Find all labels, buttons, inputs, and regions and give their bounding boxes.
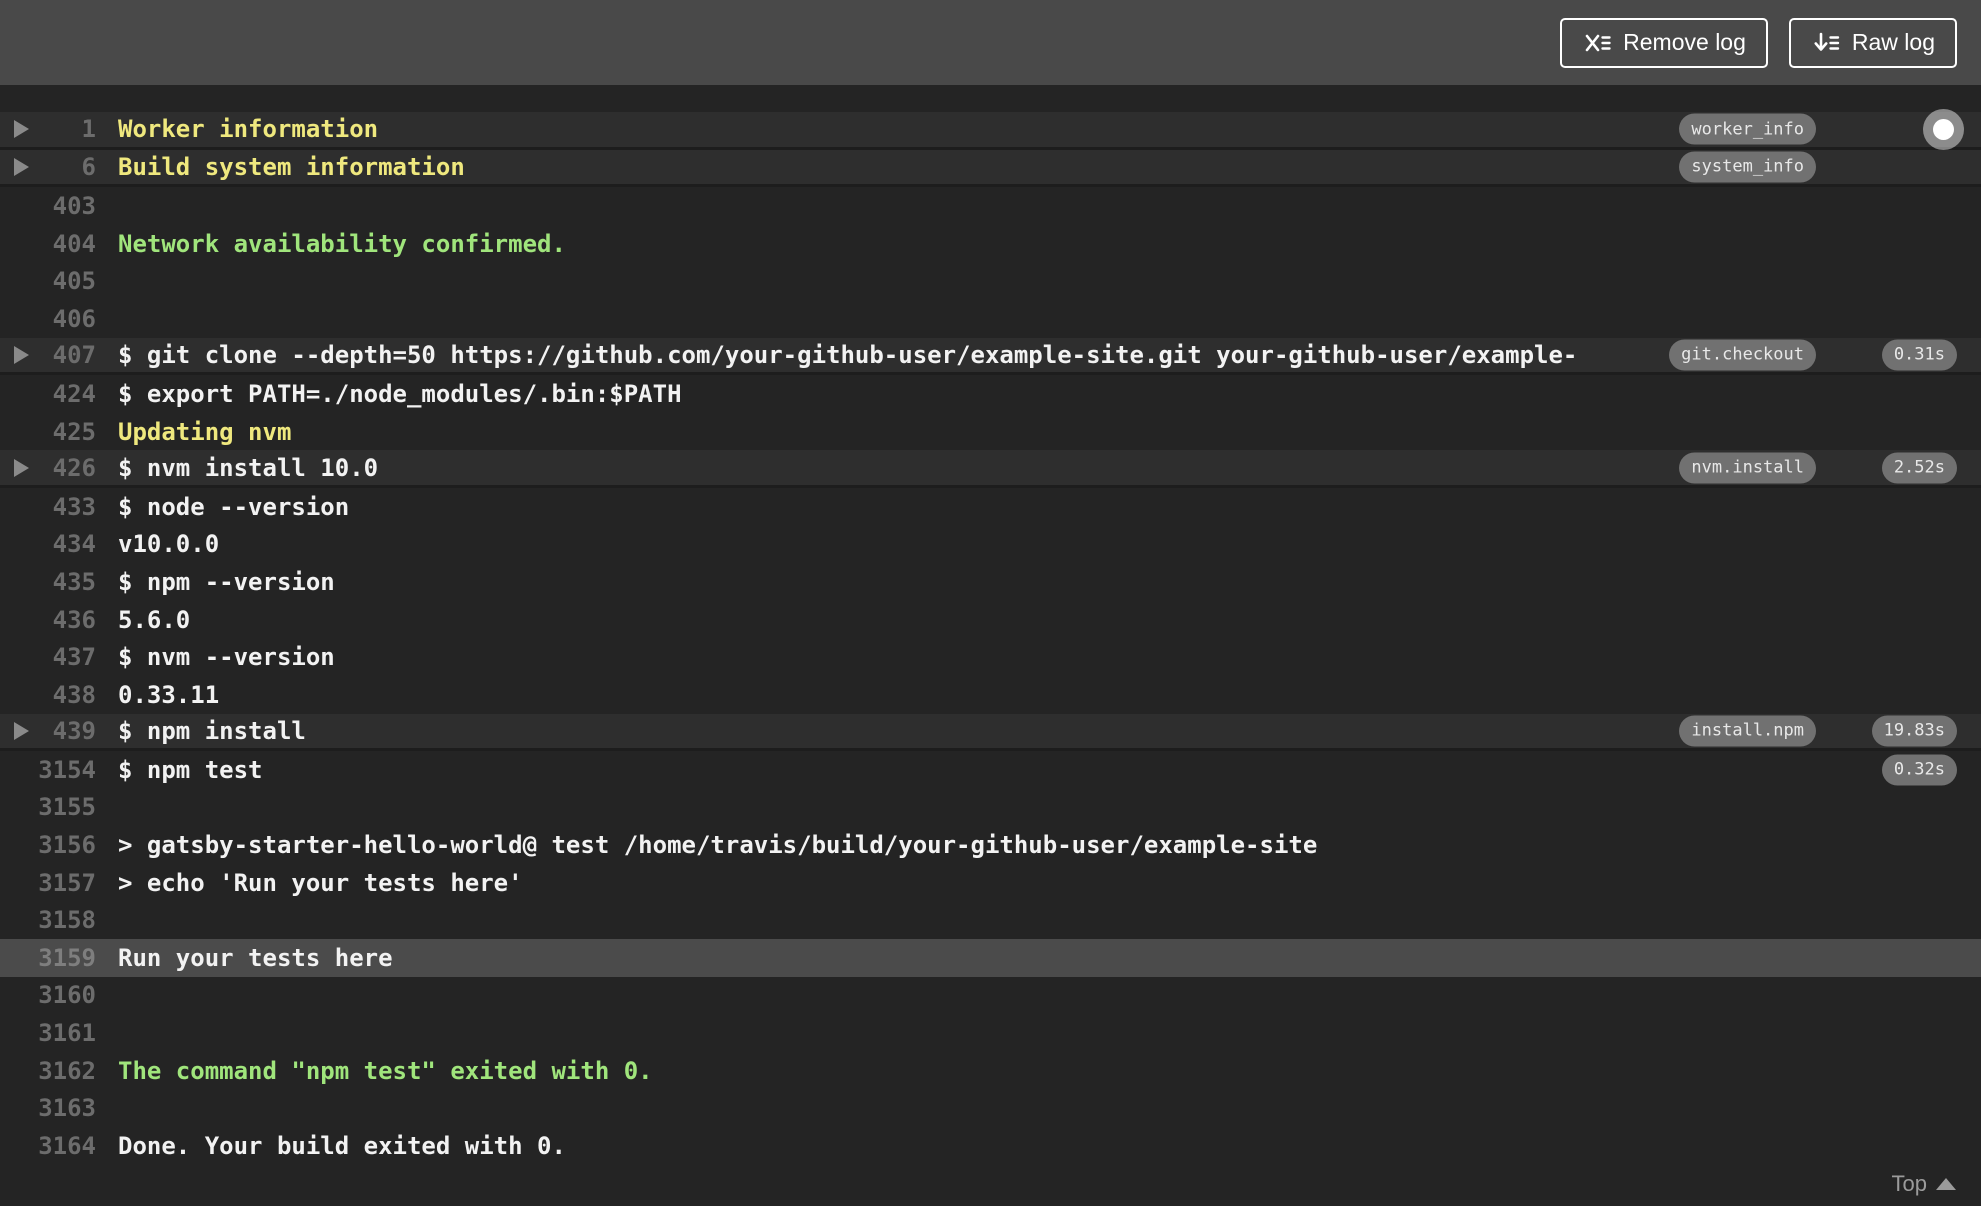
line-text: 5.6.0 — [118, 605, 191, 634]
line-number[interactable]: 433 — [0, 493, 96, 521]
log-line: 3163 — [0, 1089, 1981, 1127]
log-line: 405 — [0, 262, 1981, 300]
scroll-indicator[interactable] — [1923, 109, 1964, 150]
line-number[interactable]: 3161 — [0, 1019, 96, 1047]
build-log: 1 Worker information worker_info 6 Build… — [0, 85, 1981, 1165]
log-line: 404 Network availability confirmed. — [0, 225, 1981, 263]
log-line: 6 Build system information system_info — [0, 149, 1981, 188]
log-line: 3162 The command "npm test" exited with … — [0, 1052, 1981, 1090]
duration-badge: 19.83s — [1871, 715, 1957, 747]
log-line: 3160 — [0, 977, 1981, 1015]
log-line: 435 $ npm --version — [0, 563, 1981, 601]
arrow-down-with-lines-icon — [1811, 28, 1841, 58]
log-line: 3164 Done. Your build exited with 0. — [0, 1127, 1981, 1165]
log-line: 3158 — [0, 901, 1981, 939]
fold-name-badge: worker_info — [1679, 113, 1816, 145]
line-number[interactable]: 3156 — [0, 831, 96, 859]
line-number[interactable]: 3157 — [0, 869, 96, 897]
log-line: 3156 > gatsby-starter-hello-world@ test … — [0, 826, 1981, 864]
remove-log-button[interactable]: Remove log — [1560, 17, 1768, 68]
log-line: 425 Updating nvm — [0, 413, 1981, 451]
line-text: Network availability confirmed. — [118, 229, 566, 258]
scroll-indicator-dot-icon — [1933, 119, 1954, 140]
fold-arrow-icon[interactable] — [14, 458, 29, 477]
line-text: $ git clone --depth=50 https://github.co… — [118, 340, 1578, 369]
line-text: 0.33.11 — [118, 680, 220, 709]
log-line: 406 — [0, 300, 1981, 338]
line-text: $ nvm install 10.0 — [118, 453, 379, 482]
line-number[interactable]: 434 — [0, 530, 96, 558]
log-line: 3157 > echo 'Run your tests here' — [0, 864, 1981, 902]
duration-badge: 0.32s — [1881, 754, 1957, 786]
line-number[interactable]: 3162 — [0, 1057, 96, 1085]
line-text: Done. Your build exited with 0. — [118, 1131, 566, 1160]
log-line: 424 $ export PATH=./node_modules/.bin:$P… — [0, 375, 1981, 413]
line-text: $ nvm --version — [118, 643, 335, 672]
log-line: 3154 $ npm test 0.32s — [0, 751, 1981, 789]
line-number[interactable]: 437 — [0, 643, 96, 671]
log-line: 436 5.6.0 — [0, 601, 1981, 639]
fold-name-badge: install.npm — [1679, 715, 1816, 747]
line-number[interactable]: 436 — [0, 606, 96, 634]
line-number[interactable]: 424 — [0, 380, 96, 408]
line-number[interactable]: 3155 — [0, 793, 96, 821]
fold-arrow-icon[interactable] — [14, 157, 29, 176]
line-text: The command "npm test" exited with 0. — [118, 1056, 653, 1085]
fold-arrow-icon[interactable] — [14, 120, 29, 139]
line-number[interactable]: 405 — [0, 267, 96, 295]
log-line: 437 $ nvm --version — [0, 638, 1981, 676]
back-to-top-link[interactable]: Top — [1892, 1171, 1956, 1197]
fold-name-badge: system_info — [1679, 151, 1816, 183]
top-label: Top — [1891, 1171, 1927, 1196]
log-line: 1 Worker information worker_info — [0, 112, 1981, 150]
line-number[interactable]: 438 — [0, 681, 96, 709]
line-text: > echo 'Run your tests here' — [118, 868, 523, 897]
line-number[interactable]: 3163 — [0, 1094, 96, 1122]
line-number[interactable]: 406 — [0, 305, 96, 333]
line-text: $ export PATH=./node_modules/.bin:$PATH — [118, 379, 682, 408]
log-line: 433 $ node --version — [0, 488, 1981, 526]
fold-arrow-icon[interactable] — [14, 345, 29, 364]
line-number[interactable]: 404 — [0, 230, 96, 258]
triangle-up-icon — [1936, 1178, 1956, 1190]
log-line: 438 0.33.11 — [0, 676, 1981, 714]
raw-log-button[interactable]: Raw log — [1788, 17, 1957, 68]
line-text: Worker information — [118, 115, 379, 144]
line-number[interactable]: 3158 — [0, 906, 96, 934]
line-number[interactable]: 435 — [0, 568, 96, 596]
log-line: 434 v10.0.0 — [0, 526, 1981, 564]
raw-log-label: Raw log — [1851, 29, 1935, 55]
duration-badge: 0.31s — [1881, 339, 1957, 371]
log-line: 403 — [0, 187, 1981, 225]
fold-name-badge: nvm.install — [1679, 452, 1816, 484]
fold-arrow-icon[interactable] — [14, 721, 29, 740]
line-number[interactable]: 425 — [0, 418, 96, 446]
line-number[interactable]: 3160 — [0, 981, 96, 1009]
log-line: 407 $ git clone --depth=50 https://githu… — [0, 337, 1981, 376]
log-line: 426 $ nvm install 10.0 nvm.install 2.52s — [0, 450, 1981, 488]
line-number[interactable]: 3164 — [0, 1132, 96, 1160]
line-text: $ node --version — [118, 492, 350, 521]
line-number[interactable]: 3159 — [0, 944, 96, 972]
remove-log-label: Remove log — [1623, 29, 1746, 55]
log-line: 439 $ npm install install.npm 19.83s — [0, 713, 1981, 752]
log-line: 3159 Run your tests here — [0, 939, 1981, 977]
line-number[interactable]: 403 — [0, 192, 96, 220]
line-text: Build system information — [118, 152, 465, 181]
fold-name-badge: git.checkout — [1669, 339, 1816, 371]
line-text: v10.0.0 — [118, 530, 220, 559]
line-number[interactable]: 3154 — [0, 756, 96, 784]
duration-badge: 2.52s — [1881, 452, 1957, 484]
line-text: $ npm install — [118, 716, 306, 745]
log-line: 3161 — [0, 1014, 1981, 1052]
line-text: Updating nvm — [118, 417, 292, 446]
log-lines: 1 Worker information worker_info 6 Build… — [0, 112, 1981, 1165]
line-text: $ npm --version — [118, 567, 335, 596]
log-toolbar: Remove log Raw log — [0, 0, 1981, 85]
line-text: Run your tests here — [118, 943, 393, 972]
log-line: 3155 — [0, 789, 1981, 827]
line-text: > gatsby-starter-hello-world@ test /home… — [118, 831, 1318, 860]
x-with-lines-icon — [1582, 28, 1612, 58]
line-text: $ npm test — [118, 755, 263, 784]
